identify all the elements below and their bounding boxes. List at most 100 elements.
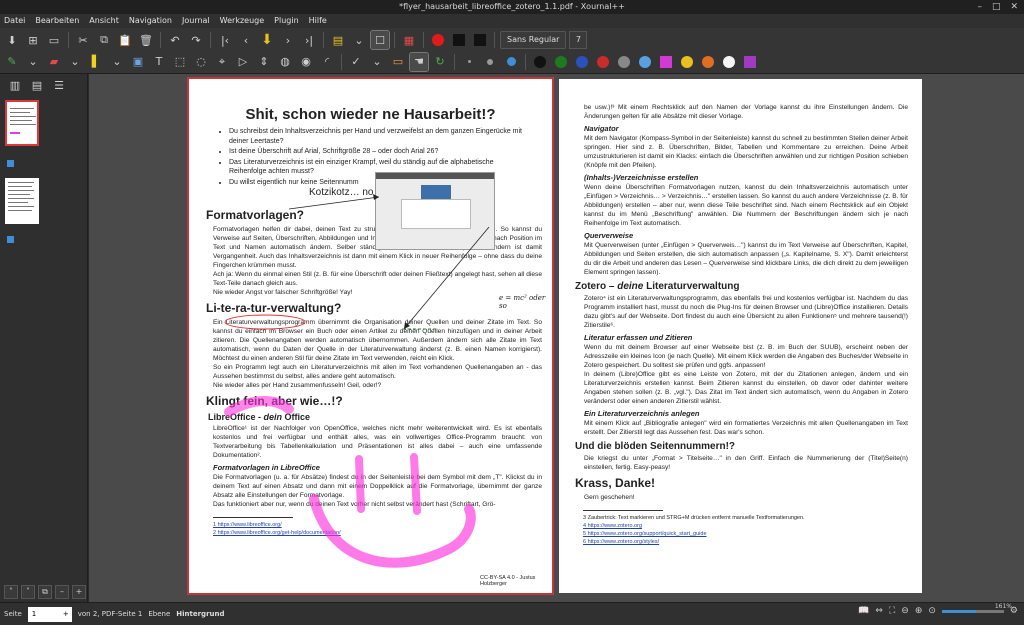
font-selector[interactable]: Sans Regular	[500, 31, 567, 49]
color-gray[interactable]	[615, 53, 633, 71]
dropdown-icon[interactable]: ⌄	[108, 53, 126, 71]
insert-page-icon[interactable]: ▤	[329, 31, 347, 49]
page-2[interactable]: be usw.)!³ Mit einem Rechtsklick auf den…	[559, 79, 922, 593]
eraser-icon[interactable]: ▰	[45, 53, 63, 71]
ruler-icon[interactable]: ◍	[276, 53, 294, 71]
page-increment-icon[interactable]: +	[63, 607, 69, 622]
menu-plugin[interactable]: Plugin	[274, 14, 299, 28]
dropdown-icon[interactable]: ⌄	[368, 53, 386, 71]
toc-tab-icon[interactable]: ☰	[50, 76, 68, 94]
font-size-field[interactable]: 7	[569, 31, 588, 49]
move-down-icon[interactable]: ˅	[21, 585, 35, 599]
select-lasso-icon[interactable]: ◌	[192, 53, 210, 71]
play-object-icon[interactable]: ▷	[234, 53, 252, 71]
move-up-icon[interactable]: ˄	[4, 585, 18, 599]
presentation-icon[interactable]: ▦	[400, 31, 418, 49]
fit-page-icon[interactable]: ⛶	[889, 606, 895, 616]
medium-thickness-icon[interactable]	[481, 53, 499, 71]
page-preview-tab-icon[interactable]: ▥	[6, 76, 24, 94]
delete-icon[interactable]: 🗑	[137, 31, 155, 49]
footnote-link[interactable]: 5 https://www.zotero.org/support/quick_s…	[583, 531, 707, 537]
page-icon[interactable]: ▭	[45, 31, 63, 49]
goto-page-icon[interactable]: ⬇	[258, 31, 276, 49]
copy-page-icon[interactable]: ⧉	[38, 585, 52, 599]
image-icon[interactable]: ▣	[129, 53, 147, 71]
undo-icon[interactable]: ↶	[166, 31, 184, 49]
first-page-icon[interactable]: |‹	[216, 31, 234, 49]
color-blue[interactable]	[573, 53, 591, 71]
fit-width-icon[interactable]: ⇔	[875, 606, 883, 616]
hand-icon[interactable]: ☚	[409, 51, 429, 72]
zoom-in-icon[interactable]: ⊕	[915, 606, 923, 616]
color-lightblue[interactable]	[636, 53, 654, 71]
color-white[interactable]	[720, 53, 738, 71]
spline-icon[interactable]: ◜	[318, 53, 336, 71]
hand-tool-icon[interactable]: ☐	[370, 30, 390, 50]
menu-journal[interactable]: Journal	[182, 14, 210, 28]
minimize-icon[interactable]: –	[977, 0, 982, 14]
separator	[454, 53, 455, 70]
text-icon[interactable]: T	[150, 53, 168, 71]
separator	[160, 32, 161, 48]
color-red[interactable]	[594, 53, 612, 71]
highlighter-icon[interactable]: ▌	[87, 53, 105, 71]
page-number-input[interactable]: 1 +	[27, 606, 72, 622]
next-page-icon[interactable]: ›	[279, 31, 297, 49]
last-page-icon[interactable]: ›|	[300, 31, 318, 49]
color-magenta[interactable]	[657, 53, 675, 71]
menu-ansicht[interactable]: Ansicht	[89, 14, 119, 28]
heading-seitennummern: Und die blöden Seitennummern!?	[575, 441, 736, 452]
layers-tab-icon[interactable]: ▤	[28, 76, 46, 94]
footnote-link[interactable]: 6 https://www.zotero.org/styles/	[583, 539, 659, 545]
cut-icon[interactable]: ✂	[74, 31, 92, 49]
heading-part: Literaturverwaltung	[643, 281, 740, 292]
menu-hilfe[interactable]: Hilfe	[309, 14, 327, 28]
select-rect-icon[interactable]: ⬚	[171, 53, 189, 71]
color-yellow[interactable]	[678, 53, 696, 71]
document-canvas[interactable]: Shit, schon wieder ne Hausarbeit!? Du sc…	[89, 74, 1024, 602]
dropdown-icon[interactable]: ⌄	[24, 53, 42, 71]
pause-icon[interactable]	[471, 31, 489, 49]
menu-bearbeiten[interactable]: Bearbeiten	[35, 14, 79, 28]
vertical-space-icon[interactable]: ⇕	[255, 53, 273, 71]
shape-recognizer-icon[interactable]: ◉	[297, 53, 315, 71]
delete-page-icon[interactable]: –	[55, 585, 69, 599]
pen-icon[interactable]: ✎	[3, 53, 21, 71]
previous-page-icon[interactable]: ‹	[237, 31, 255, 49]
page-1[interactable]: Shit, schon wieder ne Hausarbeit!? Du sc…	[187, 77, 554, 595]
dropdown-icon[interactable]: ⌄	[66, 53, 84, 71]
stop-icon[interactable]	[450, 31, 468, 49]
paragraph: Mit einem Klick auf „Bibliografie anlege…	[584, 420, 908, 436]
page-thumbnail-2[interactable]	[5, 178, 39, 224]
zoom-reset-icon[interactable]: ⊙	[928, 606, 936, 616]
thick-thickness-icon[interactable]	[502, 53, 520, 71]
maximize-icon[interactable]: □	[992, 0, 1001, 14]
page-thumbnail-1[interactable]	[5, 100, 39, 146]
color-custom[interactable]	[741, 53, 759, 71]
redo-icon[interactable]: ↷	[187, 31, 205, 49]
color-orange[interactable]	[699, 53, 717, 71]
fine-thickness-icon[interactable]	[460, 53, 478, 71]
menu-datei[interactable]: Datei	[4, 14, 25, 28]
select-object-icon[interactable]: ⌖	[213, 53, 231, 71]
record-icon[interactable]	[429, 31, 447, 49]
footnote: 3 Zaubertrick: Text markieren und STRG+M…	[583, 515, 805, 521]
close-icon[interactable]: ✕	[1010, 0, 1018, 14]
save-icon[interactable]: ⬇	[3, 31, 21, 49]
fill-icon[interactable]: ▭	[389, 53, 407, 71]
new-page-icon[interactable]: ⊞	[24, 31, 42, 49]
copy-icon[interactable]: ⧉	[95, 31, 113, 49]
paste-icon[interactable]: 📋	[116, 31, 134, 49]
menu-navigation[interactable]: Navigation	[129, 14, 172, 28]
menu-werkzeuge[interactable]: Werkzeuge	[220, 14, 264, 28]
color-black[interactable]	[531, 53, 549, 71]
book-view-icon[interactable]: 📖	[858, 606, 869, 616]
layer-selector[interactable]: Hintergrund	[176, 610, 224, 618]
color-green[interactable]	[552, 53, 570, 71]
page-dropdown-icon[interactable]: ⌄	[350, 31, 368, 49]
zoom-out-icon[interactable]: ⊖	[901, 606, 909, 616]
checkmark-icon[interactable]: ✓	[347, 53, 365, 71]
footnote-link[interactable]: 4 https://www.zotero.org	[583, 523, 642, 529]
refresh-icon[interactable]: ↻	[431, 53, 449, 71]
add-page-icon[interactable]: +	[72, 585, 86, 599]
